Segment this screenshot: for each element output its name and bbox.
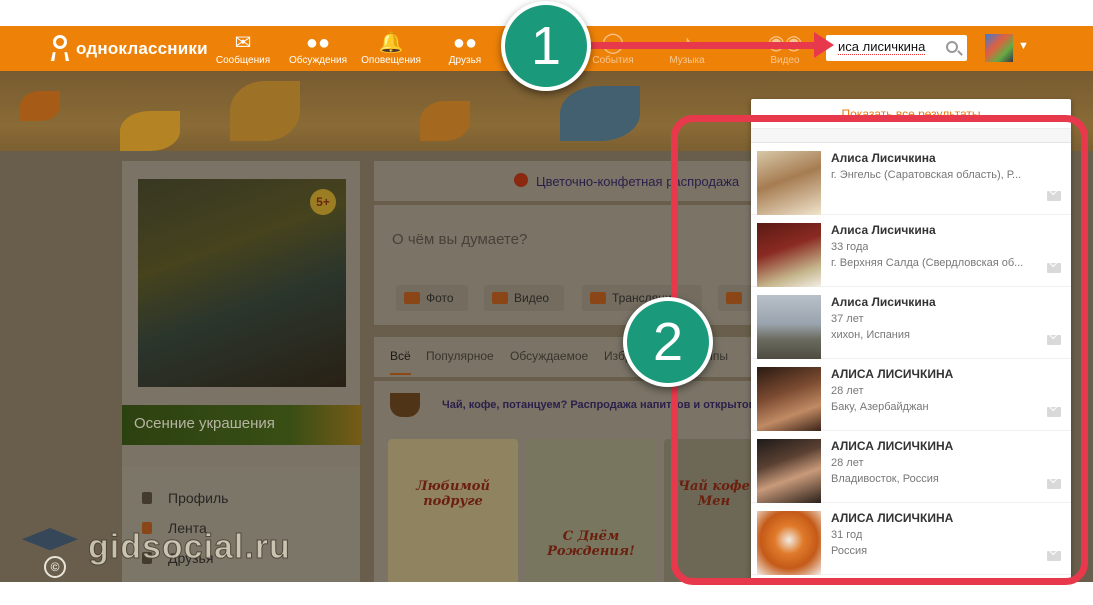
nav-label: Друзья <box>448 55 482 66</box>
site-logo[interactable]: одноклассники <box>50 35 208 63</box>
nav-label: Видео <box>770 55 800 66</box>
ok-logo-icon <box>50 35 70 63</box>
nav-label: Оповещения <box>361 55 421 66</box>
nav-label: Обсуждения <box>288 55 348 66</box>
arrow-head-icon <box>814 32 834 58</box>
step-1-marker: 1 <box>501 1 591 91</box>
chevron-down-icon[interactable]: ▼ <box>1018 40 1029 52</box>
user-avatar[interactable] <box>985 34 1013 62</box>
nav-messages[interactable]: ✉ Сообщения <box>208 31 278 67</box>
arrow-right-icon <box>583 42 819 49</box>
nav-label: Сообщения <box>215 55 271 66</box>
site-watermark: © gidsocial.ru <box>22 520 290 580</box>
search-query: иса лисичкина <box>838 39 926 55</box>
nav-label: Музыка <box>669 55 705 66</box>
friends-icon: ●● <box>452 32 478 54</box>
bell-icon: 🔔 <box>378 32 404 54</box>
search-icon[interactable] <box>946 41 958 53</box>
logo-text: одноклассники <box>76 39 208 58</box>
graduation-cap-icon <box>22 528 78 551</box>
nav-discussions[interactable]: ●● Обсуждения <box>283 31 353 67</box>
nav-video[interactable]: ◉◉ Видео <box>750 31 820 67</box>
search-input[interactable]: иса лисичкина <box>826 35 967 61</box>
nav-notifications[interactable]: 🔔 Оповещения <box>356 31 426 67</box>
envelope-icon: ✉ <box>234 32 252 54</box>
watermark-text: gidsocial.ru <box>88 528 291 567</box>
copyright-icon: © <box>44 556 66 578</box>
chat-bubbles-icon: ●● <box>305 32 331 54</box>
results-highlight-frame <box>671 115 1088 585</box>
nav-friends[interactable]: ●● Друзья <box>430 31 500 67</box>
step-2-marker: 2 <box>623 297 713 387</box>
